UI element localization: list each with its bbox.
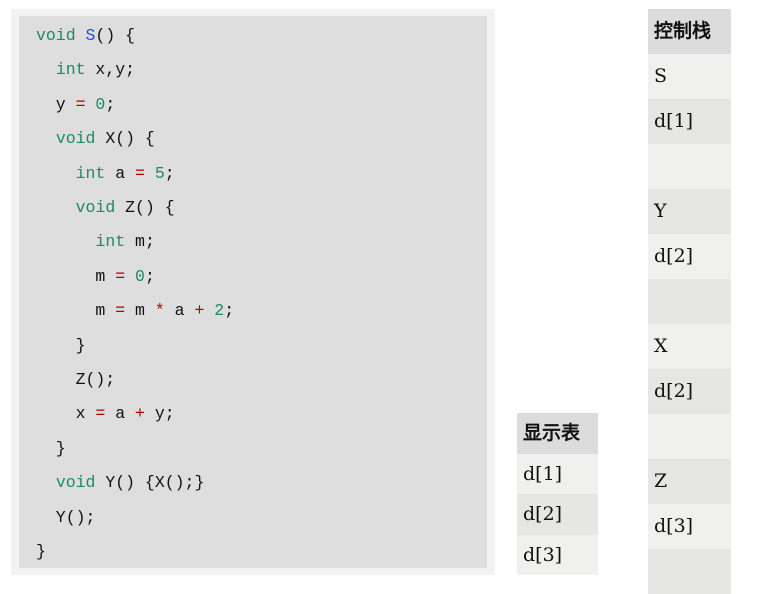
code-token: x bbox=[36, 404, 96, 424]
code-line: m = m * a + 2; bbox=[36, 294, 234, 328]
display-table: 显示表 d[1] d[2] d[3] bbox=[517, 413, 598, 575]
code-token: m bbox=[125, 301, 155, 321]
display-table-header: 显示表 bbox=[517, 413, 598, 454]
code-token: m bbox=[36, 266, 116, 286]
code-token: Y() {X();} bbox=[95, 473, 205, 493]
code-token: void bbox=[36, 26, 76, 45]
code-token: m; bbox=[125, 232, 155, 252]
code-token: = bbox=[95, 404, 106, 424]
control-stack-cell: Z bbox=[648, 459, 731, 504]
control-stack-cell bbox=[648, 144, 731, 189]
code-token: y; bbox=[144, 404, 175, 424]
code-line: x = a + y; bbox=[36, 397, 175, 431]
code-line: Z(); bbox=[36, 363, 116, 397]
display-table-cell: d[2] bbox=[517, 494, 598, 535]
code-token: void bbox=[75, 198, 116, 217]
code-token: 2 bbox=[214, 301, 225, 321]
code-line: } bbox=[36, 535, 46, 569]
code-token: void bbox=[55, 473, 96, 493]
control-stack-cell bbox=[648, 549, 731, 594]
code-line: int x,y; bbox=[36, 53, 135, 87]
code-token: * bbox=[154, 301, 165, 321]
code-line: int a = 5; bbox=[36, 157, 175, 191]
control-stack-cell bbox=[648, 414, 731, 459]
code-line: m = 0; bbox=[36, 260, 155, 294]
code-token: a bbox=[105, 163, 136, 183]
code-line: void X() { bbox=[36, 122, 155, 156]
code-line: y = 0; bbox=[36, 88, 115, 122]
code-line: } bbox=[36, 432, 66, 466]
code-token: ; bbox=[164, 163, 175, 183]
code-token: } bbox=[36, 438, 66, 458]
control-stack-cell: d[2] bbox=[648, 369, 731, 414]
code-line: void Z() { bbox=[36, 191, 175, 225]
code-token: () { bbox=[95, 26, 136, 45]
code-token: } bbox=[36, 542, 46, 561]
code-token: a bbox=[105, 404, 136, 424]
code-token: = bbox=[135, 163, 145, 183]
code-token: y bbox=[36, 94, 76, 114]
code-token: int bbox=[55, 60, 86, 80]
code-panel: void S() { int x,y; y = 0; void X() { in… bbox=[11, 9, 495, 575]
code-token: 0 bbox=[135, 266, 145, 286]
display-table-cell: d[1] bbox=[517, 453, 598, 494]
code-token: = bbox=[115, 266, 126, 286]
code-line: } bbox=[36, 329, 86, 363]
code-token: int bbox=[75, 163, 106, 183]
code-token: a bbox=[164, 301, 195, 321]
code-token: } bbox=[36, 335, 86, 355]
control-stack-cell: d[3] bbox=[648, 504, 731, 549]
control-stack-cell: X bbox=[648, 324, 731, 369]
code-line: void S() { bbox=[36, 19, 135, 53]
display-table-cell: d[3] bbox=[517, 534, 598, 575]
code-token: 0 bbox=[95, 94, 106, 114]
code-token: + bbox=[194, 301, 205, 321]
control-stack: 控制栈 S d[1] Y d[2] X d[2] Z d[3] bbox=[648, 9, 731, 594]
code-token: = bbox=[115, 301, 126, 321]
code-token: X() { bbox=[95, 129, 155, 149]
control-stack-header: 控制栈 bbox=[648, 9, 731, 54]
control-stack-cell bbox=[648, 279, 731, 324]
code-token: 5 bbox=[154, 163, 165, 183]
code-token: Y(); bbox=[36, 507, 96, 527]
code-line: int m; bbox=[36, 225, 155, 259]
code-token: x,y; bbox=[85, 60, 136, 80]
control-stack-cell: d[1] bbox=[648, 99, 731, 144]
code-token: + bbox=[135, 404, 145, 424]
code-token: int bbox=[95, 232, 126, 252]
code-token: Z(); bbox=[36, 370, 116, 389]
code-token: void bbox=[55, 129, 96, 149]
control-stack-cell: S bbox=[648, 54, 731, 99]
code-block: void S() { int x,y; y = 0; void X() { in… bbox=[19, 16, 487, 568]
code-line: void Y() {X();} bbox=[36, 466, 205, 500]
control-stack-cell: d[2] bbox=[648, 234, 731, 279]
code-token: ; bbox=[105, 94, 116, 114]
code-line: Y(); bbox=[36, 501, 96, 535]
code-token: S bbox=[85, 26, 96, 45]
control-stack-cell: Y bbox=[648, 189, 731, 234]
code-token: = bbox=[75, 94, 86, 114]
code-token: ; bbox=[144, 266, 155, 286]
code-token: ; bbox=[224, 301, 235, 321]
code-token: Z() { bbox=[115, 198, 175, 217]
code-token: m bbox=[36, 301, 116, 321]
